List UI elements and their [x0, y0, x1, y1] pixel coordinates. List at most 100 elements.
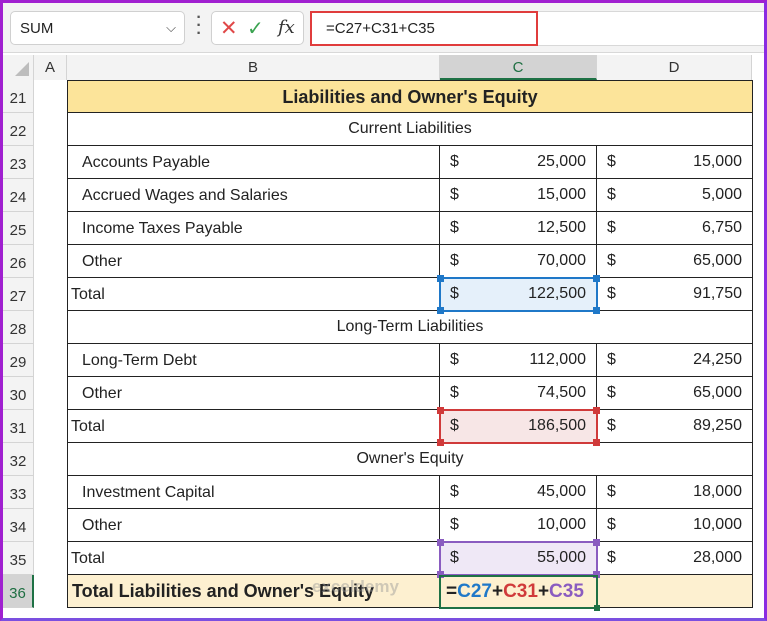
- name-box[interactable]: SUM ⌵: [10, 11, 185, 45]
- row-header-31[interactable]: 31: [3, 410, 34, 443]
- grand-total-label[interactable]: Total Liabilities and Owner's Equity: [67, 575, 440, 608]
- currency-symbol: $: [607, 516, 616, 533]
- amount-cell-d[interactable]: $91,750: [597, 278, 753, 311]
- row-header-35[interactable]: 35: [3, 542, 34, 575]
- amount-cell-d[interactable]: $5,000: [597, 179, 753, 212]
- amount-value: 70,000: [537, 252, 586, 269]
- total-label[interactable]: Total: [67, 410, 440, 443]
- row-header-22[interactable]: 22: [3, 113, 34, 146]
- grand-total-formula-cell[interactable]: =C27+C31+C35: [440, 575, 597, 608]
- line-item-label[interactable]: Income Taxes Payable: [67, 212, 440, 245]
- formula-input-extension[interactable]: [538, 11, 764, 46]
- row-header-25[interactable]: 25: [3, 212, 34, 245]
- currency-symbol: $: [450, 516, 459, 533]
- section-owners-equity[interactable]: Owner's Equity: [67, 443, 753, 476]
- currency-symbol: $: [450, 219, 459, 236]
- formula-input[interactable]: =C27+C31+C35: [310, 11, 538, 46]
- amount-cell-c[interactable]: $55,000: [440, 542, 597, 575]
- currency-symbol: $: [450, 186, 459, 203]
- currency-symbol: $: [450, 285, 459, 302]
- formula-buttons: ✕ ✓ fx: [211, 11, 304, 45]
- amount-cell-d[interactable]: $24,250: [597, 344, 753, 377]
- currency-symbol: $: [607, 384, 616, 401]
- amount-cell-d[interactable]: $15,000: [597, 146, 753, 179]
- amount-value: 15,000: [693, 153, 742, 170]
- line-item-label[interactable]: Other: [67, 245, 440, 278]
- grand-total-d[interactable]: [597, 575, 753, 608]
- amount-cell-c[interactable]: $186,500: [440, 410, 597, 443]
- currency-symbol: $: [607, 219, 616, 236]
- amount-value: 10,000: [537, 516, 586, 533]
- row-header-29[interactable]: 29: [3, 344, 34, 377]
- insert-function-icon[interactable]: fx: [278, 17, 295, 38]
- amount-value: 74,500: [537, 384, 586, 401]
- currency-symbol: $: [450, 252, 459, 269]
- amount-cell-d[interactable]: $18,000: [597, 476, 753, 509]
- amount-value: 24,250: [693, 351, 742, 368]
- line-item-label[interactable]: Long-Term Debt: [67, 344, 440, 377]
- select-all-button[interactable]: [3, 55, 34, 80]
- amount-cell-c[interactable]: $12,500: [440, 212, 597, 245]
- amount-value: 18,000: [693, 483, 742, 500]
- section-long-term-liabilities[interactable]: Long-Term Liabilities: [67, 311, 753, 344]
- column-header-a[interactable]: A: [34, 55, 67, 80]
- amount-cell-c[interactable]: $74,500: [440, 377, 597, 410]
- amount-cell-d[interactable]: $10,000: [597, 509, 753, 542]
- name-box-value: SUM: [20, 20, 54, 37]
- row-header-30[interactable]: 30: [3, 377, 34, 410]
- total-label[interactable]: Total: [67, 542, 440, 575]
- amount-cell-c[interactable]: $122,500: [440, 278, 597, 311]
- amount-cell-d[interactable]: $6,750: [597, 212, 753, 245]
- amount-value: 65,000: [693, 384, 742, 401]
- currency-symbol: $: [607, 417, 616, 434]
- table-title[interactable]: Liabilities and Owner's Equity: [67, 80, 753, 113]
- row-header-28[interactable]: 28: [3, 311, 34, 344]
- row-header-34[interactable]: 34: [3, 509, 34, 542]
- line-item-label[interactable]: Other: [67, 377, 440, 410]
- amount-value: 10,000: [693, 516, 742, 533]
- row-header-21[interactable]: 21: [3, 80, 34, 113]
- currency-symbol: $: [450, 417, 459, 434]
- row-header-33[interactable]: 33: [3, 476, 34, 509]
- amount-cell-c[interactable]: $45,000: [440, 476, 597, 509]
- formula-plus: +: [491, 581, 504, 602]
- currency-symbol: $: [607, 285, 616, 302]
- amount-value: 89,250: [693, 417, 742, 434]
- row-header-27[interactable]: 27: [3, 278, 34, 311]
- column-header-b[interactable]: B: [67, 55, 440, 80]
- amount-cell-c[interactable]: $70,000: [440, 245, 597, 278]
- amount-cell-d[interactable]: $28,000: [597, 542, 753, 575]
- row-header-23[interactable]: 23: [3, 146, 34, 179]
- amount-cell-d[interactable]: $65,000: [597, 377, 753, 410]
- amount-cell-c[interactable]: $112,000: [440, 344, 597, 377]
- formula-plus: +: [537, 581, 550, 602]
- formula-ref-c31: C31: [503, 581, 538, 602]
- line-item-label[interactable]: Other: [67, 509, 440, 542]
- amount-cell-d[interactable]: $89,250: [597, 410, 753, 443]
- currency-symbol: $: [607, 153, 616, 170]
- line-item-label[interactable]: Investment Capital: [67, 476, 440, 509]
- column-a-cells[interactable]: [34, 80, 67, 610]
- row-header-32[interactable]: 32: [3, 443, 34, 476]
- row-header-24[interactable]: 24: [3, 179, 34, 212]
- amount-value: 122,500: [528, 285, 586, 302]
- formula-ref-c27: C27: [457, 581, 492, 602]
- line-item-label[interactable]: Accrued Wages and Salaries: [67, 179, 440, 212]
- amount-cell-d[interactable]: $65,000: [597, 245, 753, 278]
- amount-cell-c[interactable]: $15,000: [440, 179, 597, 212]
- section-current-liabilities[interactable]: Current Liabilities: [67, 113, 753, 146]
- line-item-label[interactable]: Accounts Payable: [67, 146, 440, 179]
- amount-value: 5,000: [701, 186, 742, 203]
- row-header-26[interactable]: 26: [3, 245, 34, 278]
- column-header-d[interactable]: D: [597, 55, 752, 80]
- more-options-icon[interactable]: · · ·: [196, 10, 202, 42]
- total-label[interactable]: Total: [67, 278, 440, 311]
- chevron-down-icon[interactable]: ⌵: [166, 20, 176, 36]
- column-header-c[interactable]: C: [440, 55, 597, 80]
- check-icon[interactable]: ✓: [247, 16, 264, 41]
- row-header-36[interactable]: 36: [3, 575, 34, 608]
- close-icon[interactable]: ✕: [220, 16, 238, 41]
- amount-cell-c[interactable]: $10,000: [440, 509, 597, 542]
- amount-value: 28,000: [693, 549, 742, 566]
- amount-cell-c[interactable]: $25,000: [440, 146, 597, 179]
